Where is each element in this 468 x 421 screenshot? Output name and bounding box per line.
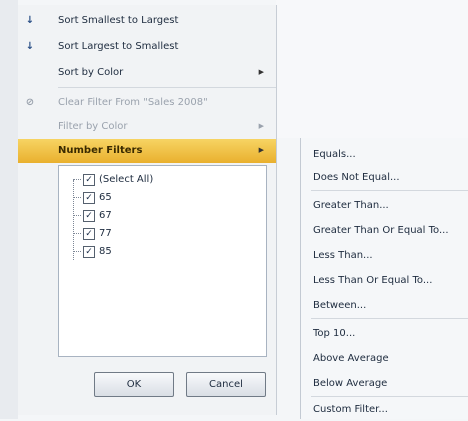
below-average-item[interactable]: Below Average bbox=[301, 371, 468, 395]
checkbox-item[interactable]: ✓ 67 bbox=[73, 208, 253, 224]
greater-than-item[interactable]: Greater Than... bbox=[301, 193, 468, 217]
above-average-item[interactable]: Above Average bbox=[301, 346, 468, 370]
filter-by-color-item: Filter by Color ▶ bbox=[18, 115, 276, 139]
value-checkbox-list[interactable]: ✓ (Select All) ✓ 65 ✓ 67 ✓ 77 ✓ 85 bbox=[58, 165, 267, 357]
submenu-label: Greater Than Or Equal To... bbox=[313, 225, 449, 236]
less-than-or-equal-item[interactable]: Less Than Or Equal To... bbox=[301, 268, 468, 292]
checkbox-label: 77 bbox=[99, 228, 112, 239]
custom-filter-item[interactable]: Custom Filter... bbox=[301, 397, 468, 421]
tree-tick bbox=[73, 179, 81, 180]
checkbox-label: 67 bbox=[99, 210, 112, 221]
submenu-arrow-icon: ▶ bbox=[258, 68, 264, 76]
menu-divider bbox=[311, 190, 468, 191]
sort-ascending-item[interactable]: ↓ Sort Smallest to Largest bbox=[18, 9, 276, 33]
number-filters-label: Number Filters bbox=[58, 145, 143, 156]
between-item[interactable]: Between... bbox=[301, 293, 468, 317]
submenu-arrow-icon: ▶ bbox=[258, 146, 264, 154]
sheet-edge bbox=[0, 0, 18, 419]
checkbox-label: 65 bbox=[99, 192, 112, 203]
submenu-label: Custom Filter... bbox=[313, 404, 388, 415]
submenu-label: Greater Than... bbox=[313, 200, 389, 211]
tree-tick bbox=[73, 215, 81, 216]
checked-icon[interactable]: ✓ bbox=[83, 174, 95, 186]
menu-divider bbox=[311, 318, 468, 319]
greater-than-or-equal-item[interactable]: Greater Than Or Equal To... bbox=[301, 218, 468, 242]
submenu-label: Below Average bbox=[313, 378, 388, 389]
tree-tick bbox=[73, 251, 81, 252]
top-10-item[interactable]: Top 10... bbox=[301, 321, 468, 345]
submenu-label: Between... bbox=[313, 300, 367, 311]
number-filters-submenu: Equals... Does Not Equal... Greater Than… bbox=[300, 138, 468, 419]
clear-filter-item: ⊘ Clear Filter From "Sales 2008" bbox=[18, 91, 276, 115]
equals-item[interactable]: Equals... bbox=[301, 142, 468, 166]
submenu-label: Equals... bbox=[313, 149, 356, 160]
submenu-label: Above Average bbox=[313, 353, 389, 364]
sort-descending-label: Sort Largest to Smallest bbox=[58, 41, 179, 52]
submenu-label: Does Not Equal... bbox=[313, 172, 400, 183]
less-than-item[interactable]: Less Than... bbox=[301, 243, 468, 267]
checkbox-label: 85 bbox=[99, 246, 112, 257]
ok-button[interactable]: OK bbox=[94, 372, 174, 397]
checked-icon[interactable]: ✓ bbox=[83, 228, 95, 240]
submenu-label: Top 10... bbox=[313, 328, 356, 339]
checked-icon[interactable]: ✓ bbox=[83, 192, 95, 204]
checkbox-item[interactable]: ✓ 85 bbox=[73, 244, 253, 260]
tree-tick bbox=[73, 197, 81, 198]
sort-descending-item[interactable]: ↓ Sort Largest to Smallest bbox=[18, 35, 276, 59]
submenu-label: Less Than... bbox=[313, 250, 373, 261]
tree-tick bbox=[73, 233, 81, 234]
menu-divider bbox=[58, 87, 276, 88]
number-filters-item[interactable]: Number Filters ▶ bbox=[18, 139, 276, 163]
clear-filter-icon: ⊘ bbox=[25, 97, 35, 108]
filter-by-color-label: Filter by Color bbox=[58, 121, 128, 132]
checkbox-select-all[interactable]: ✓ (Select All) bbox=[73, 172, 253, 188]
sort-by-color-label: Sort by Color bbox=[58, 67, 124, 78]
checked-icon[interactable]: ✓ bbox=[83, 210, 95, 222]
sort-by-color-item[interactable]: Sort by Color ▶ bbox=[18, 61, 276, 85]
submenu-label: Less Than Or Equal To... bbox=[313, 275, 433, 286]
cancel-button[interactable]: Cancel bbox=[186, 372, 266, 397]
checkbox-item[interactable]: ✓ 65 bbox=[73, 190, 253, 206]
checkbox-item[interactable]: ✓ 77 bbox=[73, 226, 253, 242]
sheet-background bbox=[276, 0, 468, 138]
clear-filter-label: Clear Filter From "Sales 2008" bbox=[58, 97, 208, 108]
checkbox-label: (Select All) bbox=[99, 174, 154, 185]
does-not-equal-item[interactable]: Does Not Equal... bbox=[301, 165, 468, 189]
submenu-arrow-icon: ▶ bbox=[258, 122, 264, 130]
checked-icon[interactable]: ✓ bbox=[83, 246, 95, 258]
sort-ascending-icon: ↓ bbox=[25, 15, 35, 26]
sort-ascending-label: Sort Smallest to Largest bbox=[58, 15, 179, 26]
sort-descending-icon: ↓ bbox=[25, 41, 35, 52]
